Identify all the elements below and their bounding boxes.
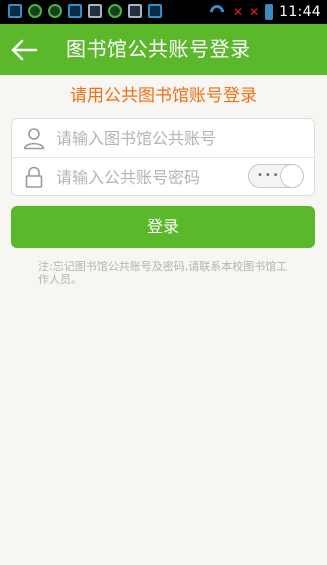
wifi-icon bbox=[209, 5, 227, 19]
no-signal-icon: ✕ bbox=[249, 5, 260, 19]
password-row: ••• bbox=[12, 158, 314, 196]
notification-icon bbox=[48, 4, 62, 18]
status-notification-icons bbox=[8, 4, 162, 20]
account-row bbox=[12, 119, 314, 157]
account-input[interactable] bbox=[56, 127, 246, 149]
show-password-toggle[interactable]: ••• bbox=[248, 164, 304, 188]
notification-icon bbox=[8, 4, 22, 18]
back-arrow-icon[interactable] bbox=[10, 36, 38, 64]
password-input[interactable] bbox=[56, 166, 246, 188]
notification-icon bbox=[148, 4, 162, 18]
login-button[interactable]: 登录 bbox=[11, 206, 315, 248]
help-note: 注:忘记图书馆公共账号及密码,请联系本校图书馆工作人员。 bbox=[38, 260, 288, 286]
battery-icon bbox=[265, 4, 274, 20]
app-bar: 图书馆公共账号登录 bbox=[0, 24, 327, 75]
status-right-group: ✕ ✕ 11:44 bbox=[209, 3, 321, 21]
page-title: 图书馆公共账号登录 bbox=[66, 37, 251, 61]
user-icon bbox=[22, 126, 46, 150]
lock-icon bbox=[22, 165, 46, 189]
notification-icon bbox=[88, 4, 102, 18]
toggle-dots: ••• bbox=[257, 170, 281, 181]
status-time: 11:44 bbox=[279, 4, 321, 20]
login-form: ••• bbox=[11, 118, 315, 196]
notification-icon bbox=[68, 4, 82, 18]
toggle-knob bbox=[280, 164, 304, 188]
notification-icon bbox=[28, 4, 42, 18]
notification-icon bbox=[108, 4, 122, 18]
notification-icon bbox=[128, 4, 142, 18]
no-signal-icon: ✕ bbox=[233, 5, 244, 19]
login-heading: 请用公共图书馆账号登录 bbox=[70, 86, 257, 106]
status-bar: ✕ ✕ 11:44 bbox=[0, 0, 327, 24]
